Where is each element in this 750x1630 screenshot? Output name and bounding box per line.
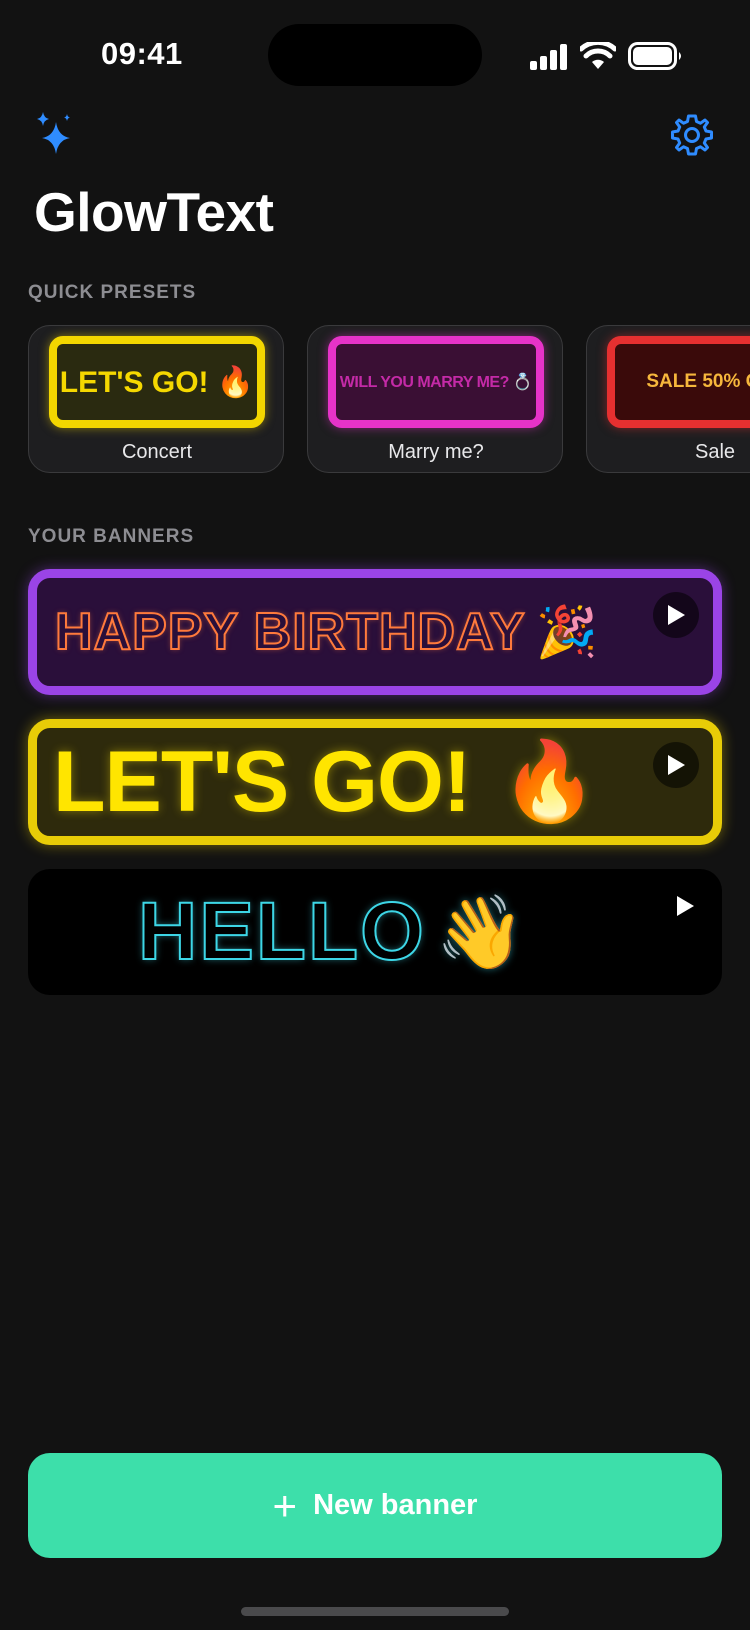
- preset-caption: Concert: [121, 441, 193, 463]
- banner-text: LET'S GO! 🔥: [53, 728, 598, 836]
- battery-icon: [628, 42, 681, 70]
- your-banners-label: YOUR BANNERS: [28, 526, 195, 547]
- fire-icon: 🔥: [500, 737, 598, 825]
- new-banner-button[interactable]: + New banner: [28, 1453, 722, 1558]
- quick-presets-label: QUICK PRESETS: [28, 282, 197, 303]
- wifi-icon: [580, 42, 616, 69]
- play-icon: [677, 896, 694, 916]
- preset-thumb-text: WILL YOU MARRY ME? 💍: [339, 374, 533, 391]
- gear-icon: [671, 114, 713, 156]
- dynamic-island: [268, 24, 482, 86]
- banner-hello[interactable]: HELLO 👋: [28, 869, 722, 995]
- sparkles-icon: [37, 112, 70, 154]
- sparkles-button[interactable]: [34, 110, 74, 156]
- status-time: 09:41: [101, 36, 183, 71]
- page-title: GlowText: [34, 181, 274, 243]
- cellular-signal-icon: [530, 44, 567, 70]
- banner-lets-go[interactable]: LET'S GO! 🔥: [28, 719, 722, 845]
- preset-card-marry-me[interactable]: WILL YOU MARRY ME? 💍 Marry me?: [307, 325, 563, 473]
- home-indicator[interactable]: [241, 1607, 509, 1616]
- banner-label: HAPPY BIRTHDAY: [54, 602, 526, 662]
- preset-thumb-text: LET'S GO! 🔥: [59, 365, 255, 399]
- banner-happy-birthday[interactable]: HAPPY BIRTHDAY 🎉: [28, 569, 722, 695]
- preset-card-sale[interactable]: SALE 50% OFF Sale: [586, 325, 750, 473]
- preset-thumb-text: SALE 50% OFF: [646, 371, 750, 392]
- presets-carousel[interactable]: LET'S GO! 🔥 Concert WILL YOU MARRY ME? 💍…: [0, 325, 750, 477]
- new-banner-label: New banner: [313, 1489, 478, 1521]
- settings-button[interactable]: [670, 113, 714, 157]
- preset-thumbnail: SALE 50% OFF: [607, 336, 750, 428]
- play-icon: [668, 755, 685, 775]
- play-button[interactable]: [662, 883, 708, 929]
- banner-text: HAPPY BIRTHDAY 🎉: [54, 578, 599, 686]
- party-popper-icon: 🎉: [535, 603, 599, 660]
- preset-thumbnail: LET'S GO! 🔥: [49, 336, 265, 428]
- play-icon: [668, 605, 685, 625]
- preset-thumbnail: WILL YOU MARRY ME? 💍: [328, 336, 544, 428]
- play-button[interactable]: [653, 742, 699, 788]
- preset-caption: Sale: [694, 441, 736, 463]
- banner-label: HELLO: [137, 885, 426, 978]
- status-bar: 09:41: [0, 0, 750, 110]
- banner-label: LET'S GO!: [53, 733, 472, 830]
- preset-card-concert[interactable]: LET'S GO! 🔥 Concert: [28, 325, 284, 473]
- waving-hand-icon: 👋: [435, 892, 528, 973]
- banner-text: HELLO 👋: [137, 869, 528, 995]
- preset-caption: Marry me?: [388, 441, 484, 463]
- play-button[interactable]: [653, 592, 699, 638]
- plus-icon: +: [272, 1481, 298, 1529]
